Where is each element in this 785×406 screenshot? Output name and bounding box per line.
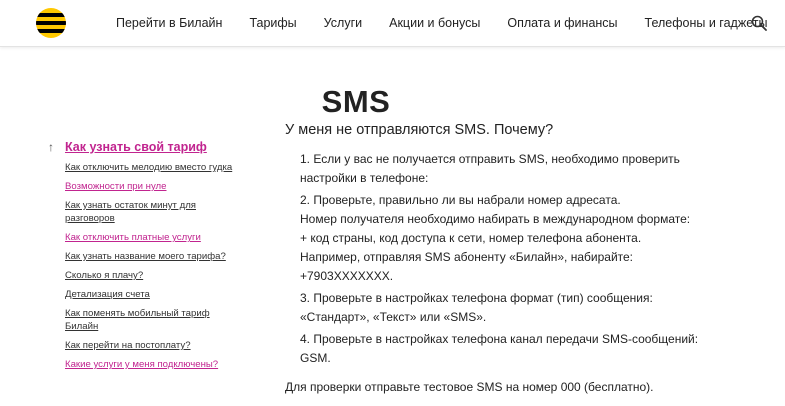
nav-payment[interactable]: Оплата и финансы (507, 16, 617, 30)
top-header: Перейти в Билайн Тарифы Услуги Акции и б… (0, 0, 785, 47)
sidebar-item-link[interactable]: Как отключить платные услуги (65, 232, 201, 243)
arrow-up-icon[interactable]: ↑ (48, 140, 62, 154)
test-sms-note: Для проверки отправьте тестовое SMS на н… (285, 380, 654, 394)
sidebar-list: Как отключить мелодию вместо гудка Возмож… (48, 161, 238, 371)
step-2-line-1: 2. Проверьте, правильно ли вы набрали но… (300, 193, 621, 207)
sidebar-item-link[interactable]: Как узнать название моего тарифа? (65, 251, 226, 262)
sidebar-item: Детализация счета (65, 288, 238, 301)
sidebar-item-link[interactable]: Как отключить мелодию вместо гудка (65, 162, 232, 173)
sidebar-item: Как узнать название моего тарифа? (65, 250, 238, 263)
sidebar-current-link[interactable]: Как узнать свой тариф (65, 140, 207, 154)
sidebar-item-link[interactable]: Какие услуги у меня подключены? (65, 359, 218, 370)
search-icon[interactable] (751, 15, 767, 31)
step-1: 1. Если у вас не получается отправить SM… (300, 152, 680, 185)
sidebar-current: ↑ Как узнать свой тариф (48, 140, 238, 154)
sidebar-item: Как отключить мелодию вместо гудка (65, 161, 238, 174)
step-2-line-3: + код страны, код доступа к сети, номер … (300, 231, 642, 245)
sidebar: ↑ Как узнать свой тариф Как отключить ме… (48, 140, 238, 377)
step-2-line-2: Номер получателя необходимо набирать в м… (300, 212, 691, 226)
sidebar-item: Как отключить платные услуги (65, 231, 238, 244)
step-3: 3. Проверьте в настройках телефона форма… (300, 291, 653, 324)
sidebar-item-link[interactable]: Как узнать остаток минут для разговоров (65, 200, 196, 224)
sidebar-item: Сколько я плачу? (65, 269, 238, 282)
main-nav: Перейти в Билайн Тарифы Услуги Акции и б… (116, 0, 785, 46)
sidebar-item-link[interactable]: Детализация счета (65, 289, 150, 300)
nav-tariffs[interactable]: Тарифы (249, 16, 296, 30)
nav-phones[interactable]: Телефоны и гаджеты (645, 16, 768, 30)
sidebar-item: Возможности при нуле (65, 180, 238, 193)
sidebar-item: Какие услуги у меня подключены? (65, 358, 238, 371)
nav-go-to-beeline[interactable]: Перейти в Билайн (116, 16, 222, 30)
step-4: 4. Проверьте в настройках телефона канал… (300, 332, 699, 365)
sidebar-item: Как перейти на постоплату? (65, 339, 238, 352)
beeline-logo[interactable] (36, 8, 66, 38)
sidebar-item-link[interactable]: Возможности при нуле (65, 181, 167, 192)
step-2-line-5: +7903XXXXXXX. (300, 269, 394, 283)
sidebar-item: Как поменять мобильный тариф Билайн (65, 307, 238, 333)
sidebar-item-link[interactable]: Сколько я плачу? (65, 270, 143, 281)
article: У меня не отправляются SMS. Почему? 1. Е… (285, 122, 705, 406)
step-2: 2. Проверьте, правильно ли вы набрали но… (300, 191, 705, 286)
article-steps: 1. Если у вас не получается отправить SM… (285, 150, 705, 368)
sidebar-item-link[interactable]: Как перейти на постоплату? (65, 340, 191, 351)
page-title: SMS (321, 83, 391, 119)
nav-promotions[interactable]: Акции и бонусы (389, 16, 480, 30)
step-2-line-4: Например, отправляя SMS абоненту «Билайн… (300, 250, 634, 264)
nav-services[interactable]: Услуги (324, 16, 362, 30)
sidebar-item: Как узнать остаток минут для разговоров (65, 199, 238, 225)
article-question: У меня не отправляются SMS. Почему? (285, 122, 554, 138)
sidebar-item-link[interactable]: Как поменять мобильный тариф Билайн (65, 308, 210, 332)
